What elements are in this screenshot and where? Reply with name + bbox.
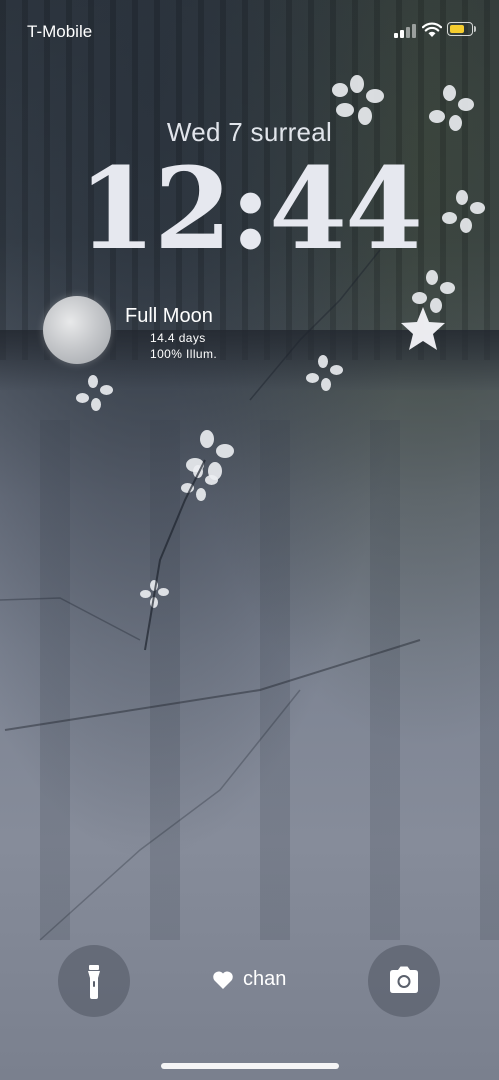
moon-phase-title: Full Moon [125, 305, 213, 327]
focus-label: chan [243, 968, 287, 990]
home-indicator[interactable] [161, 1063, 339, 1069]
moon-illumination: 100% Illum. [150, 347, 218, 361]
star-icon [401, 307, 445, 350]
battery-icon [447, 22, 473, 36]
status-bar: T-Mobile [0, 0, 499, 60]
flashlight-icon [88, 965, 100, 999]
cellular-signal-icon [394, 24, 416, 38]
moon-icon [43, 296, 111, 364]
heart-icon [213, 971, 233, 989]
wifi-icon [422, 22, 442, 37]
camera-icon [390, 966, 418, 993]
carrier-name: T-Mobile [27, 22, 93, 41]
flashlight-button[interactable] [58, 945, 130, 1017]
battery-tip [474, 26, 476, 32]
lock-screen-time: 12:44 [77, 144, 423, 275]
moon-age: 14.4 days [150, 331, 206, 345]
camera-button[interactable] [368, 945, 440, 1017]
